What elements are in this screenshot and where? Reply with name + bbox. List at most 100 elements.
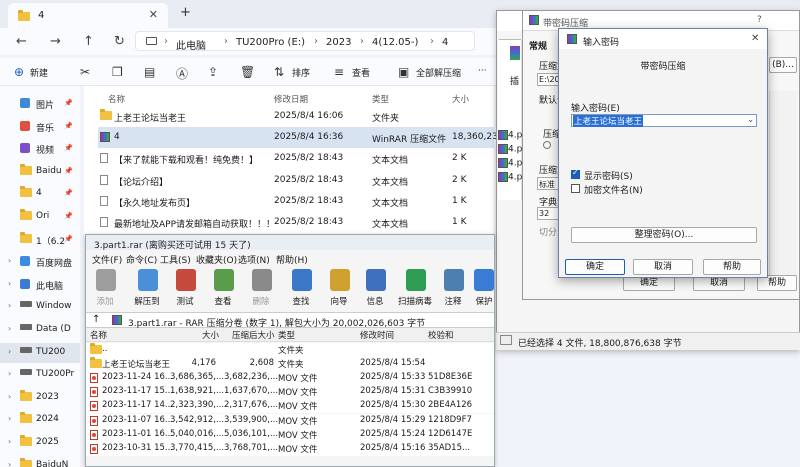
breadcrumb-this-pc[interactable]: 此电脑	[176, 37, 206, 52]
cancel-button[interactable]: 取消	[633, 259, 693, 275]
new-button[interactable]: 新建	[30, 66, 48, 79]
menu-item[interactable]: 选项(N)	[238, 253, 270, 266]
chevron-right-icon[interactable]: ›	[8, 256, 11, 265]
organize-passwords-button[interactable]: 整理密码(O)...	[571, 227, 757, 243]
address-bar[interactable]: › 此电脑 › TU200Pro (E:) › 2023 › 4(12.05-)…	[135, 31, 475, 52]
password-input[interactable]: 上老王论坛当老王 ⌄	[571, 114, 757, 127]
view-button[interactable]: 查看	[352, 66, 370, 79]
archive-row[interactable]: 2023-11-07 16... 3,542,912,... 3,539,900,.…	[86, 413, 494, 428]
archive-row[interactable]: 2023-11-17 14... 2,323,390,... 2,317,676,.…	[86, 399, 494, 414]
sidebar-item[interactable]: › 2024	[0, 410, 80, 430]
chevron-down-icon[interactable]: ⌄	[747, 115, 754, 124]
show-password-checkbox[interactable]	[571, 168, 580, 179]
archive-row[interactable]: .. 文件夹	[86, 343, 494, 357]
sidebar-item[interactable]: › 2023	[0, 388, 80, 408]
file-row[interactable]: 【论坛介绍】 2025/8/2 18:43 文本文档 2 K	[98, 170, 494, 191]
toolbar-button[interactable]: 查看	[204, 266, 242, 312]
more-button[interactable]: ···	[478, 66, 487, 76]
chevron-right-icon[interactable]: ›	[8, 414, 11, 423]
new-tab-button[interactable]: +	[180, 5, 191, 20]
file-row[interactable]: 最新地址及APP请发邮箱自动获取！！！ 2025/8/2 18:43 文本文档 1 K	[98, 212, 494, 233]
toolbar-button[interactable]: 查找	[282, 266, 320, 312]
close-tab-icon[interactable]: ✕	[149, 8, 158, 21]
toolbar-button[interactable]: 信息	[356, 266, 394, 312]
rename-icon[interactable]: Ⓐ	[176, 65, 188, 82]
sidebar-item[interactable]: Baidu 📌	[0, 162, 80, 182]
sidebar-item[interactable]: 图片 📌	[0, 94, 80, 114]
col-crc[interactable]: 校验和	[428, 329, 454, 341]
refresh-button[interactable]: ↻	[114, 34, 125, 49]
col-modified[interactable]: 修改时间	[360, 329, 394, 341]
help-button[interactable]: 帮助	[703, 259, 761, 275]
toolbar-button[interactable]: 删除	[242, 266, 280, 312]
archive-row[interactable]: 2023-11-01 16... 5,040,016,... 5,036,101,.…	[86, 427, 494, 442]
file-row[interactable]: 上老王论坛当老王 2025/8/4 16:06 文件夹	[98, 106, 494, 127]
breadcrumb-drive[interactable]: TU200Pro (E:)	[236, 37, 305, 48]
col-type[interactable]: 类型	[278, 329, 295, 341]
copy-icon[interactable]: ❐	[112, 65, 123, 79]
forward-button[interactable]: →	[50, 34, 61, 49]
chevron-right-icon[interactable]: ›	[8, 460, 11, 467]
up-arrow-icon[interactable]: ↑	[92, 314, 100, 325]
breadcrumb-4-1205[interactable]: 4(12.05-)	[372, 37, 418, 48]
toolbar-button[interactable]: 保护	[472, 266, 496, 312]
column-size[interactable]: 大小	[452, 93, 469, 105]
browse-button[interactable]: (B)...	[769, 57, 797, 73]
sidebar-item[interactable]: › 此电脑	[0, 275, 80, 295]
help-icon[interactable]: ?	[757, 15, 762, 25]
chevron-right-icon[interactable]: ›	[8, 279, 11, 288]
sidebar-item[interactable]: 音乐 📌	[0, 117, 80, 137]
menu-item[interactable]: 收藏夹(O)	[196, 253, 237, 266]
breadcrumb-2023[interactable]: 2023	[326, 37, 351, 48]
sidebar-item[interactable]: 视频 📌	[0, 139, 80, 159]
menu-item[interactable]: 帮助(H)	[276, 253, 308, 266]
menu-item[interactable]: 命令(C)	[126, 253, 157, 266]
sidebar-item[interactable]: › TU200Pr	[0, 365, 80, 385]
toolbar-button[interactable]: 测试	[166, 266, 204, 312]
sort-button[interactable]: 排序	[292, 66, 310, 79]
delete-icon[interactable]: 🗑	[240, 65, 255, 79]
col-name[interactable]: 名称	[90, 329, 107, 341]
menu-item[interactable]: 工具(S)	[160, 253, 191, 266]
extract-all-button[interactable]: 全部解压缩	[416, 66, 461, 79]
up-button[interactable]: ↑	[83, 34, 94, 49]
tab-general[interactable]: 常规	[529, 39, 547, 52]
share-icon[interactable]: ⇪	[208, 65, 218, 79]
file-row[interactable]: 4 2025/8/4 16:36 WinRAR 压缩文件 18,360,23	[98, 127, 498, 149]
sidebar-item[interactable]: › 百度网盘	[0, 252, 80, 272]
chevron-right-icon[interactable]: ›	[8, 347, 11, 356]
chevron-right-icon[interactable]: ›	[8, 324, 11, 333]
close-icon[interactable]: ✕	[751, 33, 759, 44]
chevron-right-icon[interactable]: ›	[8, 369, 11, 378]
chevron-right-icon[interactable]: ›	[8, 301, 11, 310]
chevron-right-icon[interactable]: ›	[8, 392, 11, 401]
col-packed[interactable]: 压缩后大小	[232, 329, 275, 341]
toolbar-button[interactable]: 解压到	[128, 266, 166, 312]
breadcrumb-4[interactable]: 4	[442, 37, 448, 48]
sidebar-item[interactable]: › TU200	[0, 342, 80, 363]
toolbar-button[interactable]: 扫描病毒	[396, 266, 434, 312]
toolbar-button[interactable]: 注释	[434, 266, 472, 312]
archive-row[interactable]: 2023-10-31 15... 3,770,415,... 3,768,701,.…	[86, 441, 494, 456]
cut-icon[interactable]: ✂	[80, 65, 90, 79]
tab-folder-4[interactable]: 4 ✕	[8, 3, 168, 28]
file-row[interactable]: 【来了就能下载和观看！纯免费！】 2025/8/2 18:43 文本文档 2 K	[98, 148, 494, 169]
radio-icon[interactable]	[543, 141, 551, 149]
back-button[interactable]: ←	[16, 34, 27, 49]
file-row[interactable]: 【永久地址发布页】 2025/8/2 18:43 文本文档 1 K	[98, 191, 494, 212]
sidebar-item[interactable]: › Window	[0, 297, 80, 317]
column-modified[interactable]: 修改日期	[274, 93, 308, 105]
sidebar-item[interactable]: 4 📌	[0, 184, 80, 204]
encrypt-names-checkbox[interactable]	[571, 184, 580, 193]
archive-row[interactable]: 2023-11-17 15... 1,638,921,... 1,637,670,.…	[86, 385, 494, 400]
column-type[interactable]: 类型	[372, 93, 389, 105]
sidebar-item[interactable]: › Data (D	[0, 320, 80, 340]
toolbar-button[interactable]: 向导	[320, 266, 358, 312]
menu-item[interactable]: 文件(F)	[92, 253, 122, 266]
col-size[interactable]: 大小	[202, 329, 219, 341]
ok-button[interactable]: 确定	[565, 259, 625, 275]
sidebar-item[interactable]: Ori 📌	[0, 207, 80, 227]
column-name[interactable]: 名称	[108, 93, 125, 105]
archive-row[interactable]: 上老王论坛当老王 4,176 2,608 文件夹 2025/8/4 15:54	[86, 357, 494, 372]
sidebar-item[interactable]: 1（6.2 📌	[0, 230, 80, 250]
